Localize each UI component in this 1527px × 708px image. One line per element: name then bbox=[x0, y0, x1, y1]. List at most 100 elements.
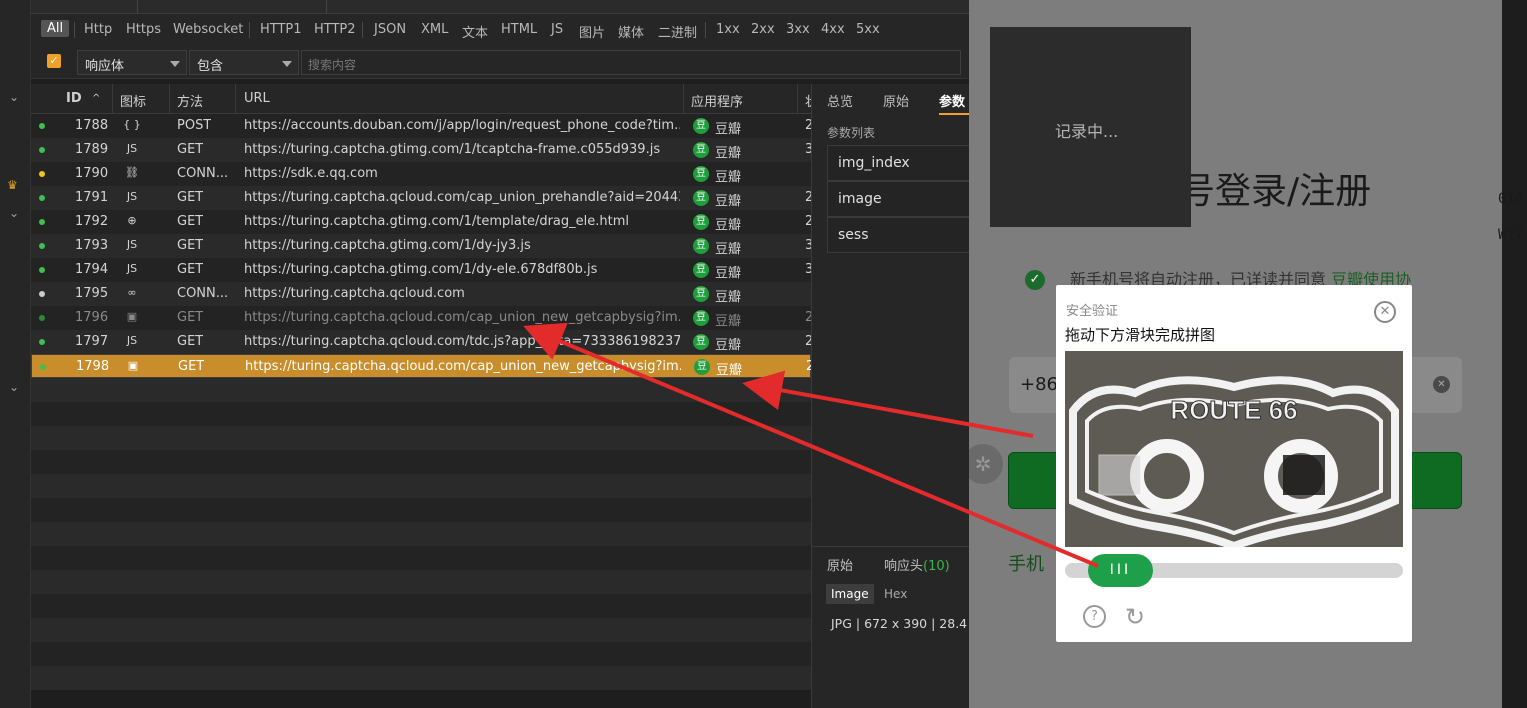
top-tab-strip bbox=[31, 0, 971, 14]
slider-handle[interactable]: III bbox=[1088, 554, 1153, 587]
table-row[interactable]: 1797 JS GET https://turing.captcha.qcloud.c… bbox=[31, 330, 811, 354]
column-id[interactable]: ID bbox=[66, 91, 82, 106]
filter-media[interactable]: 媒体 bbox=[618, 22, 644, 41]
params-list-label: 参数列表 bbox=[827, 126, 876, 140]
status-dot bbox=[39, 171, 45, 177]
row-method: CONN... bbox=[177, 286, 229, 301]
row-app: 豆瓣 bbox=[716, 363, 743, 378]
table-row[interactable]: 1789 JS GET https://turing.captcha.gtimg.co… bbox=[31, 138, 811, 162]
filter-1xx[interactable]: 1xx bbox=[716, 22, 740, 37]
empty-row bbox=[31, 474, 811, 498]
divider bbox=[249, 22, 250, 38]
table-row[interactable]: 1793 JS GET https://turing.captcha.gtimg.co… bbox=[31, 234, 811, 258]
tab-overview[interactable]: 总览 bbox=[827, 91, 853, 110]
tab-response-raw[interactable]: 原始 bbox=[827, 555, 853, 574]
row-app: 豆瓣 bbox=[715, 122, 742, 137]
headers-count: (10) bbox=[923, 559, 950, 574]
clear-icon[interactable]: ✕ bbox=[1433, 376, 1450, 393]
table-row[interactable]: 1790 ⛓ CONN... https://sdk.e.qq.com 豆豆瓣 bbox=[31, 162, 811, 186]
table-row[interactable]: 1794 JS GET https://turing.captcha.gtimg.co… bbox=[31, 258, 811, 282]
tab-response-headers[interactable]: 响应头(10) bbox=[884, 555, 950, 574]
search-input[interactable]: 搜索内容 bbox=[301, 50, 961, 75]
filter-html[interactable]: HTML bbox=[501, 22, 537, 37]
filter-4xx[interactable]: 4xx bbox=[821, 22, 845, 37]
column-app[interactable]: 应用程序 bbox=[691, 91, 743, 110]
param-row[interactable]: image bbox=[827, 181, 973, 217]
table-header: ID ^ 图标 方法 URL 应用程序 状 bbox=[31, 84, 811, 114]
route-66-shield: ROUTE 66 bbox=[1065, 351, 1403, 547]
captcha-dialog: 安全验证 拖动下方滑块完成拼图 ✕ ROUTE 66 III ? ↻ bbox=[1056, 285, 1412, 642]
filter-json[interactable]: JSON bbox=[374, 22, 406, 37]
filter-3xx[interactable]: 3xx bbox=[786, 22, 810, 37]
filter-image[interactable]: 图片 bbox=[579, 22, 605, 41]
douban-app-icon: 豆 bbox=[693, 334, 709, 350]
check-icon[interactable]: ✓ bbox=[1025, 270, 1045, 290]
refresh-icon[interactable]: ↻ bbox=[1125, 603, 1145, 631]
param-row[interactable]: sess bbox=[827, 217, 973, 253]
row-app: 豆瓣 bbox=[715, 146, 742, 161]
filter-2xx[interactable]: 2xx bbox=[751, 22, 775, 37]
table-row[interactable]: 1798 ▣ GET https://turing.captcha.qcloud.co… bbox=[31, 354, 811, 378]
subtab-hex[interactable]: Hex bbox=[879, 584, 912, 604]
resource-type-icon: JS bbox=[126, 334, 138, 347]
column-url[interactable]: URL bbox=[244, 91, 270, 106]
recording-indicator: 记录中... bbox=[990, 27, 1191, 227]
recording-label: 记录中... bbox=[1055, 122, 1119, 141]
table-row[interactable]: 1795 ∞ CONN... https://turing.captcha.qclou… bbox=[31, 282, 811, 306]
session-tab[interactable] bbox=[137, 0, 327, 14]
empty-row bbox=[31, 594, 811, 618]
empty-row bbox=[31, 546, 811, 570]
douban-app-icon: 豆 bbox=[693, 310, 709, 326]
empty-row bbox=[31, 498, 811, 522]
table-row[interactable]: 1791 JS GET https://turing.captcha.qcloud.c… bbox=[31, 186, 811, 210]
country-code[interactable]: +86 bbox=[1020, 374, 1058, 395]
left-rail: ⌄ ♛ ⌄ ⌄ bbox=[0, 0, 31, 708]
detail-pane: 总览 原始 参数 参数列表 img_index image sess 原始 响应… bbox=[811, 84, 973, 708]
filter-xml[interactable]: XML bbox=[421, 22, 448, 37]
column-icon[interactable]: 图标 bbox=[120, 91, 146, 110]
status-dot bbox=[40, 364, 46, 370]
param-row[interactable]: img_index bbox=[827, 145, 973, 181]
chevron-down-icon[interactable]: ⌄ bbox=[7, 206, 21, 220]
bug-icon[interactable]: ✲ bbox=[969, 444, 1003, 484]
active-tab-indicator bbox=[939, 113, 973, 115]
douban-app-icon: 豆 bbox=[693, 214, 709, 230]
table-row[interactable]: 1788 { } POST https://accounts.douban.com/j… bbox=[31, 114, 811, 138]
filter-https[interactable]: Https bbox=[126, 22, 161, 37]
caret-down-icon bbox=[170, 61, 180, 67]
chevron-down-icon[interactable]: ⌄ bbox=[7, 380, 21, 394]
match-mode-select[interactable]: 包含 bbox=[189, 50, 299, 75]
column-method[interactable]: 方法 bbox=[177, 91, 203, 110]
filter-http2[interactable]: HTTP2 bbox=[314, 22, 356, 37]
enable-search-checkbox[interactable]: ✓ bbox=[47, 54, 61, 68]
divider bbox=[705, 22, 706, 38]
right-strip bbox=[1502, 0, 1527, 708]
puzzle-image: ROUTE 66 bbox=[1065, 351, 1403, 547]
douban-app-icon: 豆 bbox=[693, 262, 709, 278]
filter-http[interactable]: Http bbox=[84, 22, 112, 37]
filter-text[interactable]: 文本 bbox=[462, 22, 488, 41]
status-dot bbox=[39, 339, 45, 345]
filter-5xx[interactable]: 5xx bbox=[856, 22, 880, 37]
close-icon[interactable]: ✕ bbox=[1374, 301, 1396, 323]
help-icon[interactable]: ? bbox=[1083, 605, 1106, 628]
filter-all[interactable]: All bbox=[41, 20, 70, 37]
resource-type-icon: ⊕ bbox=[127, 214, 137, 227]
chevron-down-icon[interactable]: ⌄ bbox=[7, 90, 21, 104]
row-id: 1789 bbox=[75, 142, 109, 157]
filter-http1[interactable]: HTTP1 bbox=[260, 22, 302, 37]
tab-params[interactable]: 参数 bbox=[939, 91, 965, 110]
row-method: GET bbox=[177, 334, 204, 349]
table-row[interactable]: 1792 ⊕ GET https://turing.captcha.gtimg.com… bbox=[31, 210, 811, 234]
search-scope-select[interactable]: 响应体 bbox=[77, 50, 187, 75]
filter-js[interactable]: JS bbox=[551, 22, 563, 37]
sort-asc-icon[interactable]: ^ bbox=[92, 93, 100, 104]
table-row[interactable]: 1796 ▣ GET https://turing.captcha.qcloud.co… bbox=[31, 306, 811, 330]
image-info: JPG | 672 x 390 | 28.4 bbox=[831, 616, 968, 631]
tab-raw[interactable]: 原始 bbox=[883, 91, 909, 110]
empty-row bbox=[31, 426, 811, 450]
phone-login-link[interactable]: 手机 bbox=[1008, 550, 1044, 576]
filter-binary[interactable]: 二进制 bbox=[658, 22, 697, 41]
filter-websocket[interactable]: Websocket bbox=[173, 22, 243, 37]
subtab-image[interactable]: Image bbox=[826, 584, 874, 604]
